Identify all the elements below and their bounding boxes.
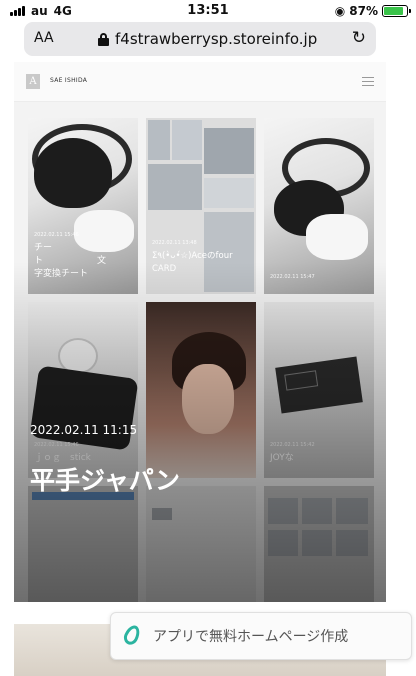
status-right: ◉ 87% [334, 4, 411, 18]
tile-title: チー ト 文 字変換チート [34, 243, 107, 279]
leaf-logo-icon [121, 622, 145, 648]
article-tile[interactable]: 2022.02.11 15:42 JOYな [264, 302, 374, 478]
tile-title: JOYな [270, 453, 294, 463]
tile-date: 2022.02.11 13:48 [152, 240, 197, 246]
battery-icon [382, 5, 411, 17]
app-promo-banner[interactable]: アプリで無料ホームページ作成 [110, 612, 412, 660]
promo-label: アプリで無料ホームページ作成 [153, 629, 349, 645]
aa-label: AA [34, 30, 54, 46]
hamburger-menu-icon[interactable] [362, 77, 374, 86]
article-tile[interactable] [146, 302, 256, 478]
article-tile[interactable]: 2022.02.11 15:46 チー ト 文 字変換チート [28, 118, 138, 294]
article-tile[interactable]: 2022.02.11 13:48 Σ٩(•̀ᴗ•́☆)Aceのfour CARD [146, 118, 256, 294]
status-bar: au 4G 13:51 ◉ 87% [0, 0, 416, 22]
web-page: A SAE ISHIDA 2022.02.11 15:46 チー ト 文 字変換… [14, 62, 386, 602]
site-name[interactable]: SAE ISHIDA [50, 77, 87, 84]
featured-date: 2022.02.11 11:15 [30, 423, 138, 437]
tile-date: 2022.02.11 15:47 [270, 274, 315, 280]
battery-percent: 87% [349, 4, 378, 18]
domain-text: f4strawberrysp.storeinfo.jp [115, 30, 318, 48]
article-tile[interactable] [146, 486, 256, 602]
site-header: A SAE ISHIDA [14, 62, 386, 102]
url-display[interactable]: f4strawberrysp.storeinfo.jp [98, 30, 317, 48]
reload-icon[interactable]: ↻ [352, 28, 366, 48]
orientation-lock-icon: ◉ [334, 4, 346, 18]
text-size-button[interactable]: AA [34, 30, 54, 46]
tile-date: 2022.02.11 15:46 [34, 442, 79, 448]
lock-icon [98, 32, 109, 46]
article-tile[interactable]: 2022.02.11 15:46 ｊｏｇ stick [28, 302, 138, 478]
tile-title: Σ٩(•̀ᴗ•́☆)Aceのfour CARD [152, 251, 233, 274]
featured-title[interactable]: 平手ジャパン [30, 461, 180, 497]
address-bar[interactable]: AA f4strawberrysp.storeinfo.jp ↻ [24, 22, 376, 56]
tile-date: 2022.02.11 15:42 [270, 442, 315, 448]
tile-date: 2022.02.11 15:46 [34, 232, 79, 238]
article-tile[interactable] [28, 486, 138, 602]
site-logo[interactable]: A [26, 74, 40, 89]
article-tile[interactable]: 2022.02.11 15:47 [264, 118, 374, 294]
article-tile[interactable] [264, 486, 374, 602]
